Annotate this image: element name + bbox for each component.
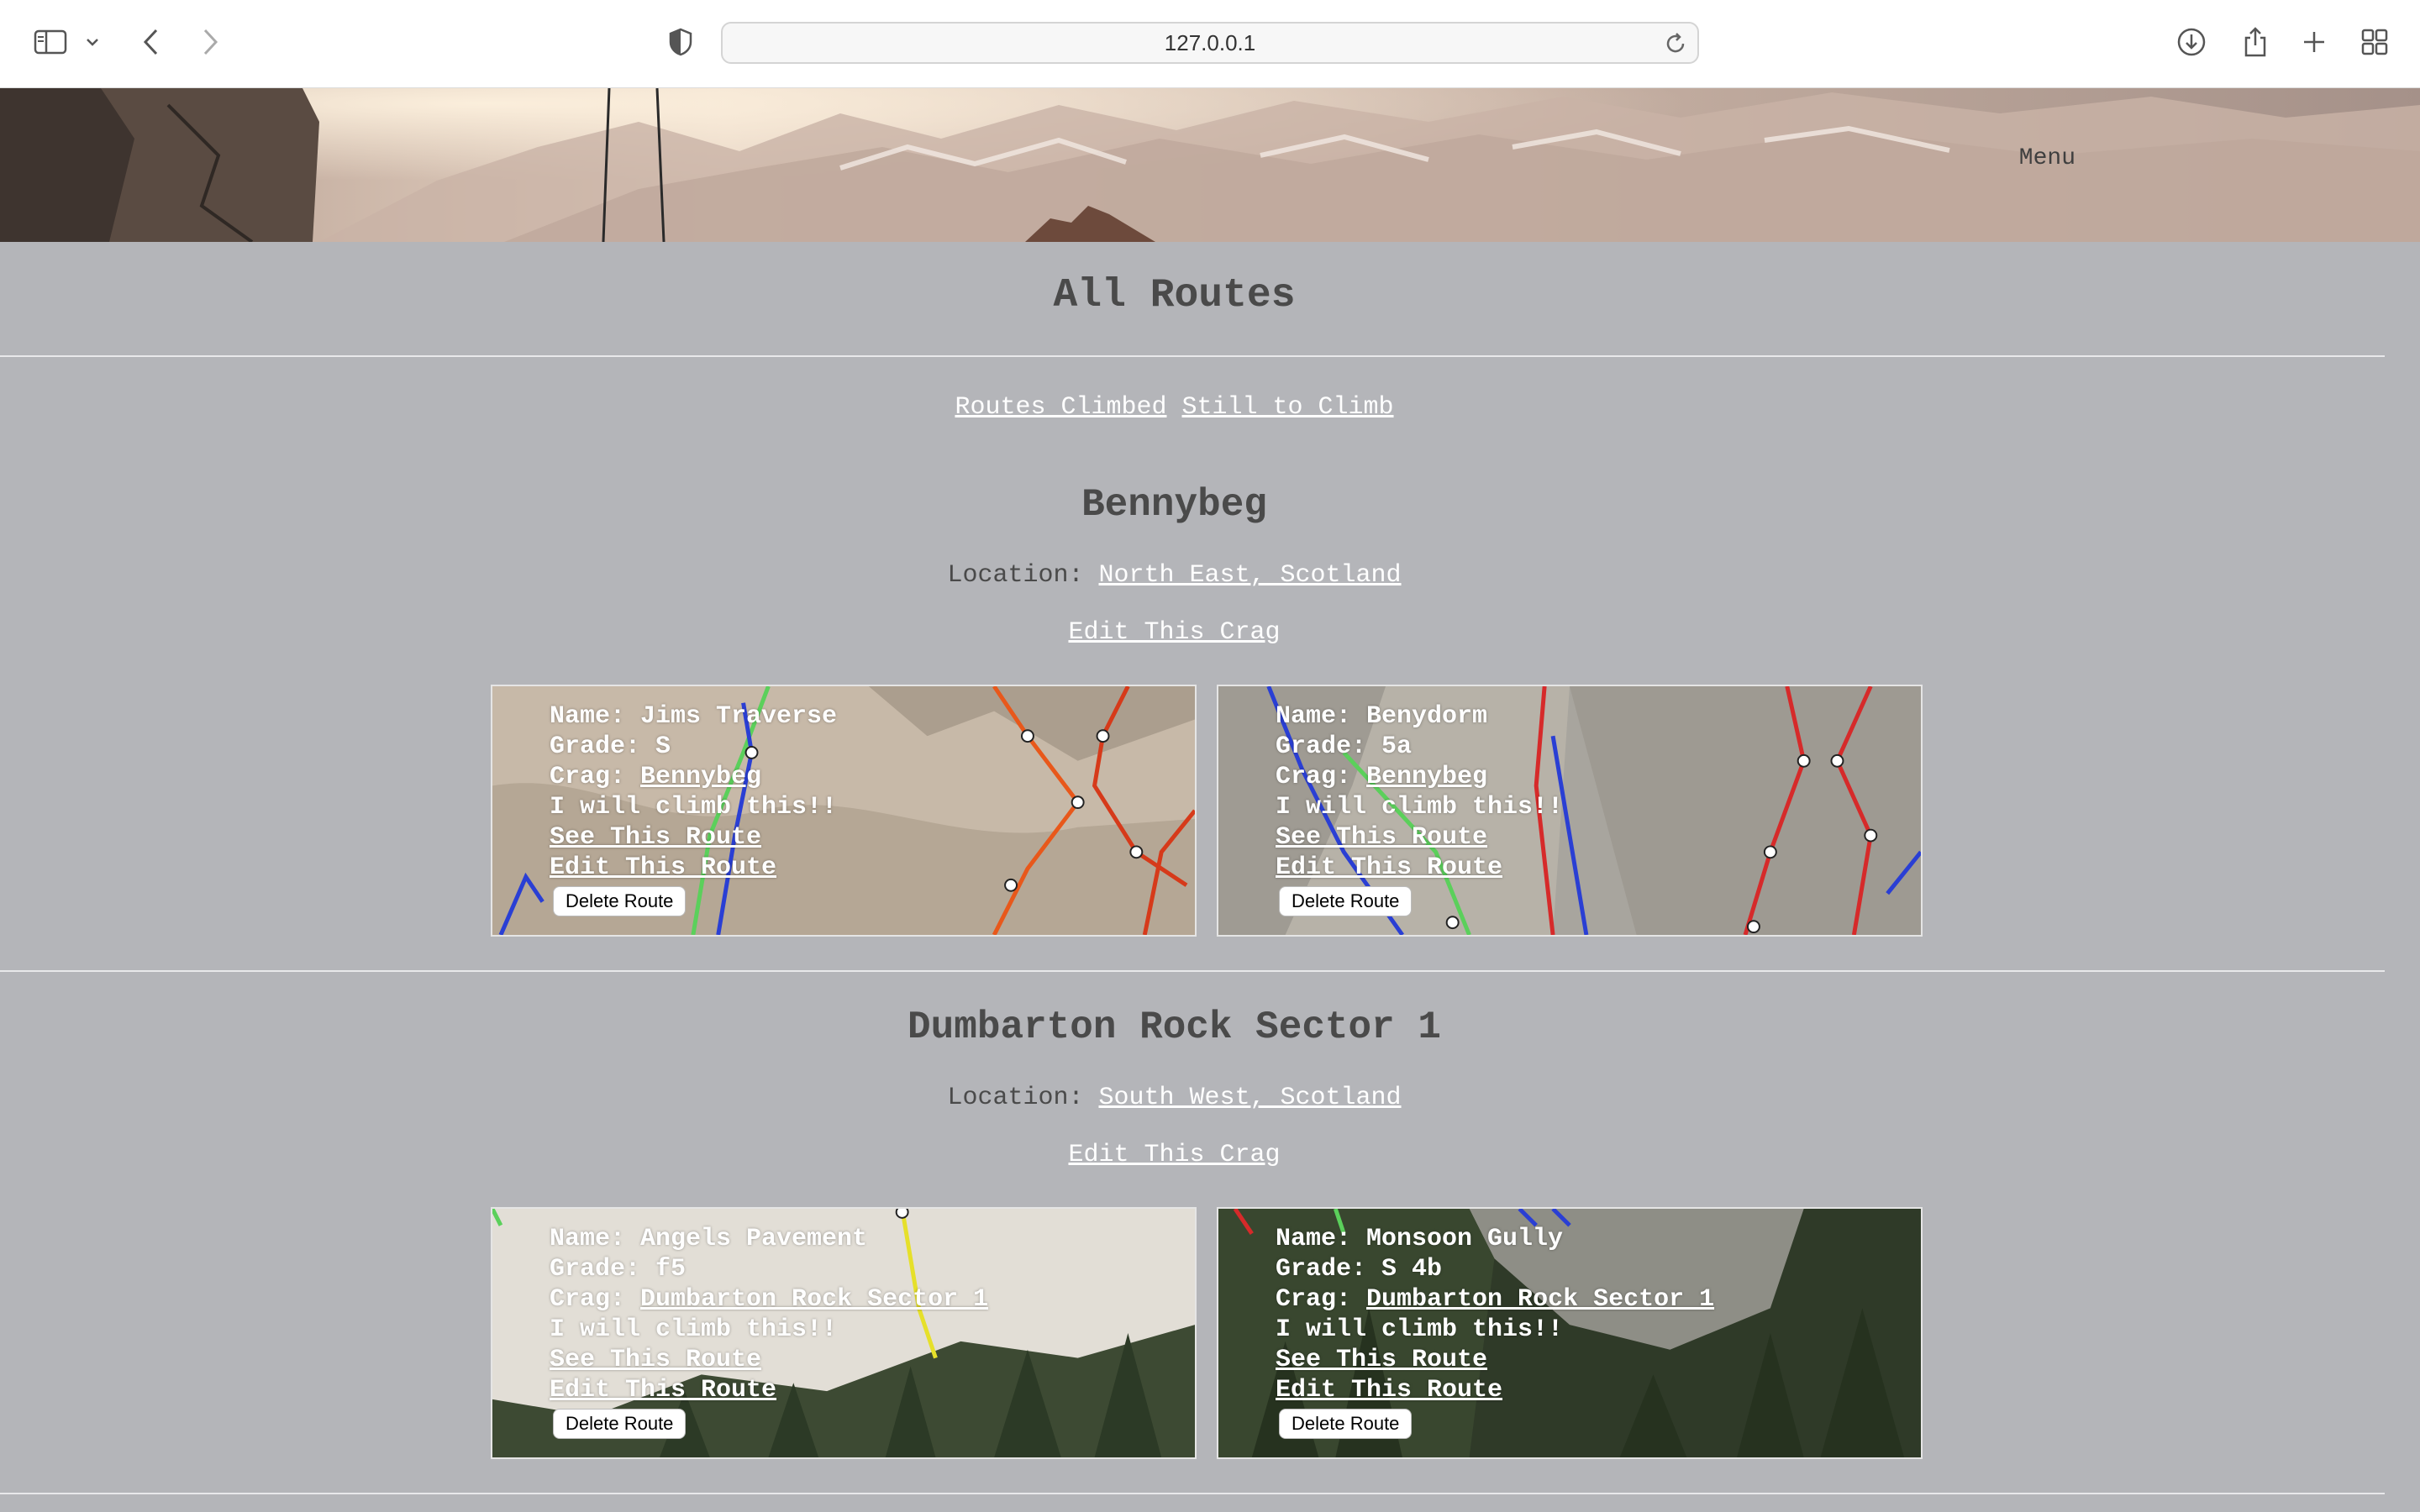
route-status: I will climb this!! — [1276, 1315, 1564, 1344]
location-label: Location: — [947, 561, 1099, 590]
edit-crag-link[interactable]: Edit This Crag — [1068, 1141, 1280, 1169]
edit-crag-link[interactable]: Edit This Crag — [1068, 618, 1280, 647]
downloads-icon[interactable] — [2171, 22, 2212, 62]
tab-overview-icon[interactable] — [2354, 22, 2395, 62]
edit-route-link[interactable]: Edit This Route — [1276, 853, 1502, 882]
see-route-link[interactable]: See This Route — [550, 1346, 761, 1374]
route-grade: Grade: S 4b — [1276, 1255, 1443, 1284]
route-crag: Crag: Dumbarton Rock Sector 1 — [550, 1284, 988, 1315]
see-route-link[interactable]: See This Route — [550, 823, 761, 852]
route-crag-label: Crag: — [550, 1285, 641, 1314]
delete-route-button[interactable]: Delete Route — [553, 886, 687, 916]
route-crag-link[interactable]: Dumbarton Rock Sector 1 — [640, 1285, 988, 1314]
crag-location: Location: North East, Scotland — [0, 561, 2349, 590]
divider — [0, 1493, 2385, 1494]
crag-title: Bennybeg — [1081, 483, 1267, 527]
browser-toolbar: 127.0.0.1 — [0, 0, 2420, 88]
location-link[interactable]: South West, Scotland — [1098, 1084, 1401, 1112]
route-status: I will climb this!! — [550, 1315, 838, 1344]
route-info: Name: Angels Pavement Grade: f5 Crag: Du… — [550, 1224, 988, 1439]
route-crag: Crag: Dumbarton Rock Sector 1 — [1276, 1284, 1714, 1315]
route-crag-link[interactable]: Bennybeg — [640, 763, 761, 791]
new-tab-icon[interactable] — [2294, 22, 2334, 62]
route-card: Name: Monsoon Gully Grade: S 4b Crag: Du… — [1217, 1207, 1923, 1459]
see-route-link[interactable]: See This Route — [1276, 823, 1487, 852]
menu-link[interactable]: Menu — [2019, 145, 2075, 171]
still-to-climb-link[interactable]: Still to Climb — [1182, 393, 1394, 422]
edit-route-link[interactable]: Edit This Route — [1276, 1376, 1502, 1404]
route-crag: Crag: Bennybeg — [550, 762, 837, 792]
route-crag-link[interactable]: Bennybeg — [1366, 763, 1487, 791]
route-card: Name: Jims Traverse Grade: S Crag: Benny… — [491, 685, 1197, 937]
sidebar-icon[interactable] — [30, 22, 71, 62]
route-grade: Grade: f5 — [550, 1255, 687, 1284]
chevron-down-icon[interactable] — [76, 22, 109, 62]
route-status: I will climb this!! — [1276, 793, 1564, 822]
back-icon[interactable] — [131, 22, 171, 62]
url-text: 127.0.0.1 — [1164, 29, 1256, 55]
crag-edit-row: Edit This Crag — [0, 1141, 2349, 1169]
route-name: Name: Angels Pavement — [550, 1225, 868, 1253]
route-status: I will climb this!! — [550, 793, 838, 822]
page-title: All Routes — [1053, 273, 1296, 318]
routes-climbed-link[interactable]: Routes Climbed — [955, 393, 1166, 422]
route-crag-link[interactable]: Dumbarton Rock Sector 1 — [1366, 1285, 1714, 1314]
route-crag: Crag: Bennybeg — [1276, 762, 1563, 792]
privacy-shield-icon[interactable] — [660, 22, 701, 62]
route-card: Name: Benydorm Grade: 5a Crag: Bennybeg … — [1217, 685, 1923, 937]
share-icon[interactable] — [2235, 22, 2275, 62]
address-bar[interactable]: 127.0.0.1 — [721, 22, 1699, 64]
reload-icon[interactable] — [1664, 32, 1687, 55]
crag-location: Location: South West, Scotland — [0, 1084, 2349, 1112]
route-crag-label: Crag: — [550, 763, 641, 791]
delete-route-button[interactable]: Delete Route — [1279, 1409, 1413, 1439]
forward-icon[interactable] — [190, 22, 230, 62]
location-link[interactable]: North East, Scotland — [1098, 561, 1401, 590]
divider — [0, 355, 2385, 357]
edit-route-link[interactable]: Edit This Route — [550, 1376, 776, 1404]
location-label: Location: — [947, 1084, 1099, 1112]
route-filters: Routes Climbed Still to Climb — [0, 393, 2349, 422]
route-card: Name: Angels Pavement Grade: f5 Crag: Du… — [491, 1207, 1197, 1459]
delete-route-button[interactable]: Delete Route — [1279, 886, 1413, 916]
divider — [0, 970, 2385, 972]
see-route-link[interactable]: See This Route — [1276, 1346, 1487, 1374]
route-name: Name: Jims Traverse — [550, 702, 838, 731]
route-info: Name: Monsoon Gully Grade: S 4b Crag: Du… — [1276, 1224, 1714, 1439]
crag-title: Dumbarton Rock Sector 1 — [908, 1005, 1441, 1049]
hero-banner: Menu — [0, 88, 2420, 242]
route-name: Name: Monsoon Gully — [1276, 1225, 1564, 1253]
delete-route-button[interactable]: Delete Route — [553, 1409, 687, 1439]
route-crag-label: Crag: — [1276, 763, 1367, 791]
route-name: Name: Benydorm — [1276, 702, 1488, 731]
edit-route-link[interactable]: Edit This Route — [550, 853, 776, 882]
route-info: Name: Jims Traverse Grade: S Crag: Benny… — [550, 701, 837, 916]
route-crag-label: Crag: — [1276, 1285, 1367, 1314]
route-grade: Grade: S — [550, 732, 671, 761]
route-info: Name: Benydorm Grade: 5a Crag: Bennybeg … — [1276, 701, 1563, 916]
route-grade: Grade: 5a — [1276, 732, 1413, 761]
crag-edit-row: Edit This Crag — [0, 618, 2349, 647]
